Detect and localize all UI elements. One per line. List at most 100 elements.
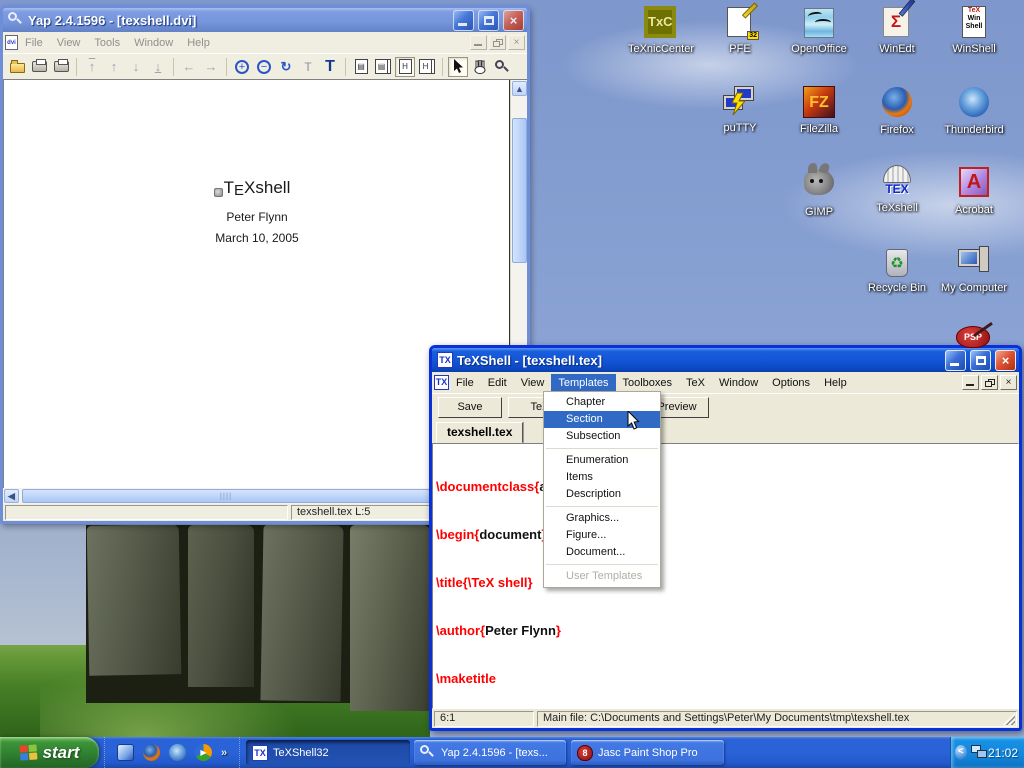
forward-icon[interactable]: →	[201, 57, 221, 77]
firefox-quicklaunch-icon[interactable]	[143, 744, 160, 761]
double-page-view-icon[interactable]: ▤	[373, 57, 393, 77]
zoom-out-icon[interactable]: −	[254, 57, 274, 77]
open-icon[interactable]	[7, 57, 27, 77]
menu-item-enumeration[interactable]: Enumeration	[544, 452, 660, 469]
texshell-minimize-button[interactable]	[945, 350, 966, 371]
zoom-in-icon[interactable]: +	[232, 57, 252, 77]
menu-tex[interactable]: TeX	[679, 374, 712, 392]
refresh-icon[interactable]: ↻	[276, 57, 296, 77]
mdi-restore-button[interactable]	[981, 375, 998, 390]
yap-menu-window[interactable]: Window	[127, 34, 180, 52]
menu-separator	[546, 448, 658, 449]
yap-mdi-close[interactable]: ×	[508, 35, 525, 50]
texshell-maximize-button[interactable]	[970, 350, 991, 371]
ruler-text-icon[interactable]: T	[298, 57, 318, 77]
menu-options[interactable]: Options	[765, 374, 817, 392]
desktop-icon-texshell[interactable]: TEX TeXshell	[858, 165, 936, 214]
yap-mdi-minimize[interactable]	[470, 35, 487, 50]
thunderbird-quicklaunch-icon[interactable]	[169, 744, 186, 761]
desktop-icon-recycle-bin[interactable]: ♻ Recycle Bin	[858, 245, 936, 294]
recycle-bin-icon: ♻	[880, 245, 914, 279]
desktop-icon-thunderbird[interactable]: Thunderbird	[935, 85, 1013, 136]
menu-edit[interactable]: Edit	[481, 374, 514, 392]
taskbar-clock[interactable]: 21:02	[988, 746, 1018, 760]
texshell-close-button[interactable]: ×	[995, 350, 1016, 371]
show-desktop-icon[interactable]	[117, 744, 134, 761]
dvi-date: March 10, 2005	[4, 231, 510, 245]
save-button[interactable]: Save	[438, 397, 502, 418]
menu-item-subsection[interactable]: Subsection	[544, 428, 660, 445]
system-tray: < 21:02	[950, 737, 1024, 768]
print-icon[interactable]	[29, 57, 49, 77]
hand-tool-icon[interactable]	[470, 57, 490, 77]
taskbar-button-paintshop[interactable]: 8 Jasc Paint Shop Pro	[571, 740, 724, 765]
scroll-up-button[interactable]: ▲	[512, 81, 527, 96]
menu-item-chapter[interactable]: Chapter	[544, 394, 660, 411]
first-page-icon[interactable]: ↑	[82, 57, 102, 77]
menu-item-section[interactable]: Section	[544, 411, 660, 428]
magnifier-tool-icon[interactable]	[492, 57, 512, 77]
back-icon[interactable]: ←	[179, 57, 199, 77]
mdi-close-button[interactable]: ×	[1000, 375, 1017, 390]
select-tool-icon[interactable]	[448, 57, 468, 77]
print-setup-icon[interactable]	[51, 57, 71, 77]
media-player-quicklaunch-icon[interactable]: ▶	[195, 744, 212, 761]
start-button[interactable]: start	[0, 737, 99, 768]
menu-view[interactable]: View	[514, 374, 552, 392]
yap-menu-view[interactable]: View	[50, 34, 88, 52]
tab-texshell-tex[interactable]: texshell.tex	[436, 422, 523, 443]
menu-separator	[546, 506, 658, 507]
menu-item-graphics[interactable]: Graphics...	[544, 510, 660, 527]
yap-minimize-button[interactable]	[453, 10, 474, 31]
previous-page-icon[interactable]: ↑	[104, 57, 124, 77]
text-icon[interactable]: T	[320, 57, 340, 77]
menu-window[interactable]: Window	[712, 374, 765, 392]
menu-item-figure[interactable]: Figure...	[544, 527, 660, 544]
quick-launch-overflow-chevron[interactable]: »	[221, 747, 227, 759]
last-page-icon[interactable]: ↓	[148, 57, 168, 77]
desktop-icon-psp[interactable]: PSP	[952, 326, 994, 348]
desktop-icon-putty[interactable]: puTTY	[701, 85, 779, 134]
texshell-titlebar[interactable]: TX TeXShell - [texshell.tex] ×	[432, 348, 1019, 372]
yap-maximize-button[interactable]	[478, 10, 499, 31]
menu-file[interactable]: File	[449, 374, 481, 392]
menu-help[interactable]: Help	[817, 374, 854, 392]
desktop-icon-pfe[interactable]: 32 PFE	[701, 6, 779, 55]
mdi-minimize-button[interactable]	[962, 375, 979, 390]
yap-menu-file[interactable]: File	[18, 34, 50, 52]
desktop-icon-gimp[interactable]: GIMP	[780, 165, 858, 218]
continuous-double-view-icon[interactable]: H	[417, 57, 437, 77]
desktop-icon-winedt[interactable]: Σ WinEdt	[858, 6, 936, 55]
desktop-icon-my-computer[interactable]: My Computer	[935, 245, 1013, 294]
yap-mdi-restore[interactable]	[489, 35, 506, 50]
menu-templates[interactable]: Templates	[551, 374, 615, 392]
menu-toolboxes[interactable]: Toolboxes	[616, 374, 680, 392]
editor-area[interactable]: \documentclass{article} \begin{document}…	[432, 443, 1019, 709]
desktop-icon-openoffice[interactable]: OpenOffice	[780, 6, 858, 55]
network-status-icon[interactable]	[971, 745, 984, 760]
horizontal-scroll-thumb[interactable]: ||||	[22, 489, 430, 503]
desktop-icon-winshell[interactable]: TeXWinShell WinShell	[935, 6, 1013, 55]
desktop-icon-texniccenter[interactable]: TxC TeXnicCenter	[622, 6, 700, 55]
dvi-author: Peter Flynn	[4, 210, 510, 224]
desktop-icon-filezilla[interactable]: FZ FileZilla	[780, 85, 858, 135]
menu-item-document[interactable]: Document...	[544, 544, 660, 561]
continuous-single-view-icon[interactable]: H	[395, 57, 415, 77]
menu-item-description[interactable]: Description	[544, 486, 660, 503]
desktop-icon-firefox[interactable]: Firefox	[858, 85, 936, 136]
yap-titlebar[interactable]: Yap 2.4.1596 - [texshell.dvi] ×	[3, 8, 527, 32]
vertical-scroll-thumb[interactable]	[512, 118, 527, 263]
tray-collapse-chevron[interactable]: <	[955, 745, 967, 760]
yap-menu-help[interactable]: Help	[180, 34, 217, 52]
single-page-view-icon[interactable]: ▤	[351, 57, 371, 77]
gimp-icon	[802, 169, 836, 203]
yap-close-button[interactable]: ×	[503, 10, 524, 31]
menu-item-items[interactable]: Items	[544, 469, 660, 486]
next-page-icon[interactable]: ↓	[126, 57, 146, 77]
scroll-left-button[interactable]: ◀	[4, 489, 19, 503]
resize-grip[interactable]	[1003, 713, 1015, 725]
taskbar-button-yap[interactable]: Yap 2.4.1596 - [texs...	[414, 740, 566, 765]
taskbar-button-texshell32[interactable]: TX TeXShell32	[246, 740, 410, 765]
desktop-icon-acrobat[interactable]: A Acrobat	[935, 165, 1013, 216]
yap-menu-tools[interactable]: Tools	[87, 34, 127, 52]
